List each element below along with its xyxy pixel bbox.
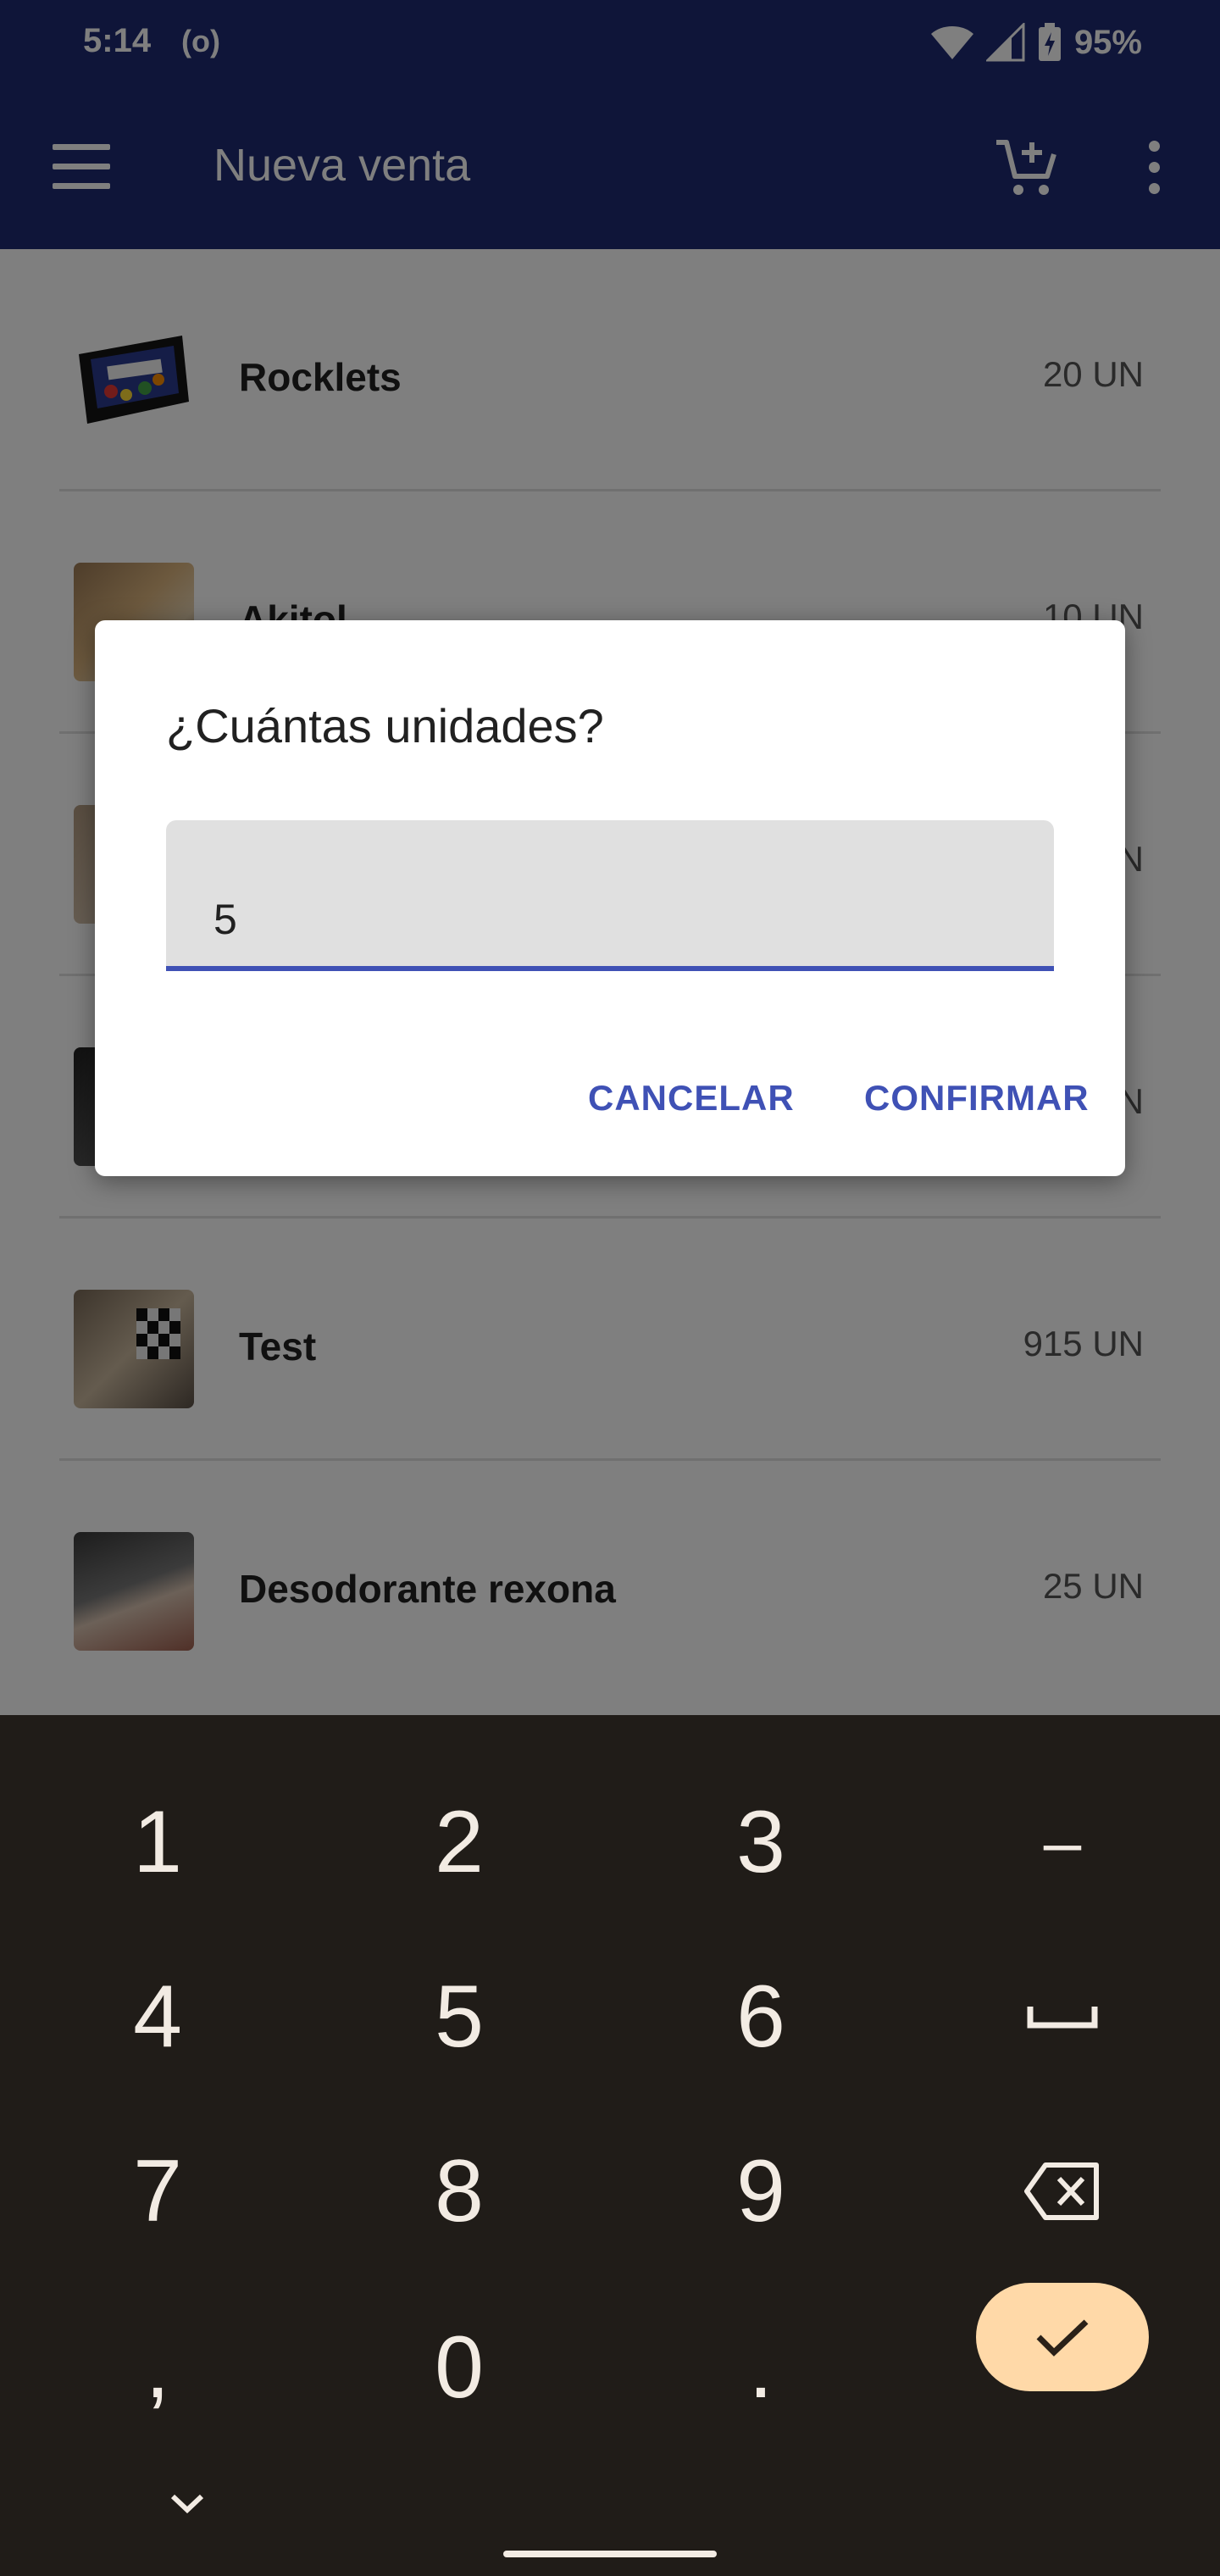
dialog-title: ¿Cuántas unidades? xyxy=(166,699,604,752)
key-0[interactable]: 0 xyxy=(332,2291,586,2444)
chevron-down-icon[interactable] xyxy=(166,2486,208,2520)
space-key[interactable] xyxy=(935,1940,1190,2093)
enter-key[interactable] xyxy=(976,2283,1149,2391)
key-4[interactable]: 4 xyxy=(30,1940,285,2093)
navigation-handle[interactable] xyxy=(503,2551,717,2557)
check-icon xyxy=(1036,2319,1089,2357)
key-minus[interactable]: – xyxy=(935,1766,1190,1918)
key-period[interactable]: . xyxy=(634,2291,888,2444)
key-5[interactable]: 5 xyxy=(332,1940,586,2093)
space-bar-icon xyxy=(1027,2007,1098,2029)
key-6[interactable]: 6 xyxy=(634,1940,888,2093)
key-comma[interactable]: , xyxy=(30,2291,285,2444)
backspace-icon xyxy=(1024,2162,1099,2220)
confirm-button[interactable]: CONFIRMAR xyxy=(864,1078,1090,1119)
numeric-keyboard: 1 2 3 – 4 5 6 7 8 9 , 0 . xyxy=(0,1715,1220,2576)
key-3[interactable]: 3 xyxy=(634,1766,888,1918)
key-2[interactable]: 2 xyxy=(332,1766,586,1918)
key-7[interactable]: 7 xyxy=(30,2115,285,2268)
key-9[interactable]: 9 xyxy=(634,2115,888,2268)
quantity-input-value: 5 xyxy=(214,896,237,943)
cancel-button[interactable]: CANCELAR xyxy=(588,1078,795,1119)
key-1[interactable]: 1 xyxy=(30,1766,285,1918)
backspace-key[interactable] xyxy=(935,2115,1190,2268)
quantity-dialog: ¿Cuántas unidades? 5 CANCELAR CONFIRMAR xyxy=(95,620,1125,1176)
quantity-input[interactable]: 5 xyxy=(166,820,1054,971)
key-8[interactable]: 8 xyxy=(332,2115,586,2268)
